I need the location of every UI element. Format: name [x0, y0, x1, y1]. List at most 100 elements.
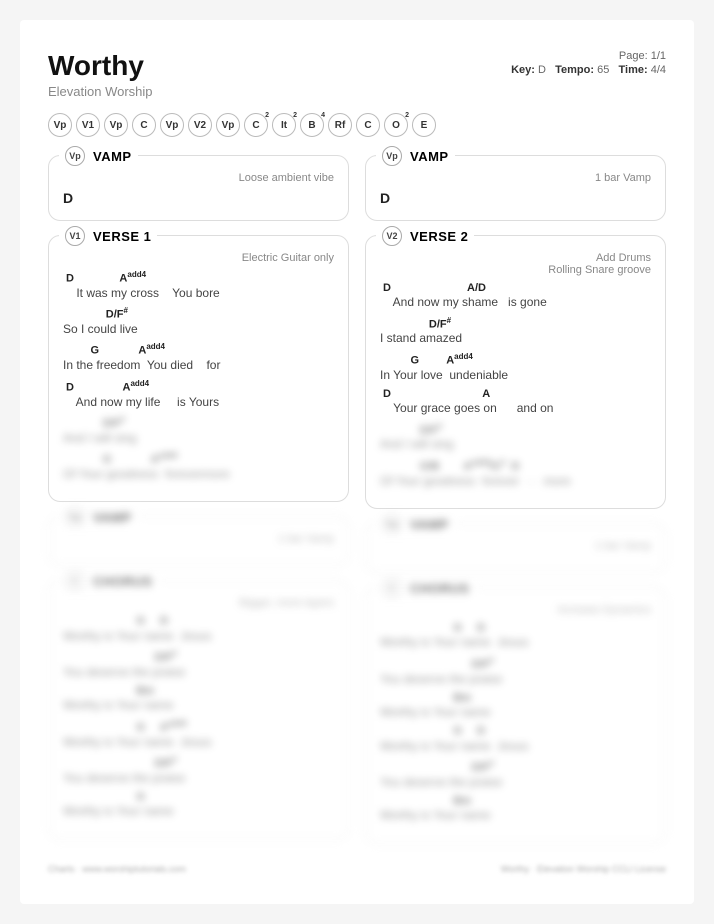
- section-note: Add DrumsRolling Snare groove: [380, 252, 651, 276]
- nav-pill[interactable]: Vp: [48, 113, 72, 137]
- footer: Charts · www.worshiptutorials.com Worthy…: [48, 864, 666, 874]
- song-meta: Key: D Tempo: 65 Time: 4/4: [511, 64, 666, 76]
- lyric-text: Worthy is Your name Jesus: [63, 735, 334, 749]
- chord-row: D/F#: [63, 306, 334, 322]
- section-badge: C: [382, 578, 402, 598]
- nav-pill[interactable]: O2: [384, 113, 408, 137]
- lyric-line: D/F#You deserve the praise: [380, 656, 651, 686]
- nav-pill[interactable]: It2: [272, 113, 296, 137]
- section-header: VpVAMP: [59, 507, 138, 527]
- lyric-text: Worthy is Your name: [63, 804, 334, 818]
- lyric-line: D/F#And I will sing: [380, 422, 651, 452]
- lyric-line: G Aadd4Worthy is Your name Jesus: [63, 719, 334, 749]
- section-title: VAMP: [93, 149, 132, 164]
- nav-pill[interactable]: Rf: [328, 113, 352, 137]
- section-note: Electric Guitar only: [63, 252, 334, 264]
- lyric-line: GWorthy is Your name: [63, 791, 334, 819]
- section-vamp: VpVAMPLoose ambient vibeD: [48, 155, 349, 221]
- title-block: Worthy Elevation Worship: [48, 50, 153, 99]
- section-title: VERSE 1: [93, 229, 151, 244]
- left-column: VpVAMPLoose ambient vibeDV1VERSE 1Electr…: [48, 155, 349, 844]
- lyric-text: And I will sing: [380, 437, 651, 451]
- nav-pill[interactable]: Vp: [104, 113, 128, 137]
- section-note: Bigger, more layers: [63, 597, 334, 609]
- chord-row: D/F#: [380, 656, 651, 672]
- lyric-text: You deserve the praise: [63, 665, 334, 679]
- section-verse-2: V2VERSE 2Add DrumsRolling Snare groove D…: [365, 235, 666, 509]
- section-chorus: CCHORUSIncrease Dynamics G DWorthy is Yo…: [365, 587, 666, 844]
- nav-pill[interactable]: C: [132, 113, 156, 137]
- chord-row: G D: [63, 615, 334, 628]
- nav-pill[interactable]: V2: [188, 113, 212, 137]
- chord-row: D/F#: [380, 316, 651, 332]
- section-header: V1 VERSE 1: [59, 226, 157, 246]
- song-title: Worthy: [48, 50, 153, 82]
- lyric-text: You deserve the praise: [380, 672, 651, 686]
- section-title: VAMP: [93, 510, 132, 525]
- section-verse-1: V1VERSE 1Electric Guitar only D Aadd4 It…: [48, 235, 349, 502]
- section-header: CCHORUS: [59, 571, 158, 591]
- chord-row: G Aadd4: [63, 719, 334, 735]
- section-note: 1 bar Vamp: [380, 540, 651, 552]
- chord-chart-page: Worthy Elevation Worship Page: 1/1 Key: …: [20, 20, 694, 904]
- lyric-text: Worthy is Your name: [380, 705, 651, 719]
- lyric-text: Your grace goes on and on: [380, 401, 651, 415]
- section-badge: Vp: [65, 146, 85, 166]
- lyric-text: You deserve the praise: [63, 771, 334, 785]
- chord-row: D/F#: [63, 415, 334, 431]
- lyric-text: Worthy is Your name Jesus: [380, 739, 651, 753]
- chord-row: D Aadd4: [63, 270, 334, 286]
- chord-row: Bm: [380, 692, 651, 705]
- lyric-text: In Your love undeniable: [380, 368, 651, 382]
- lyric-text: It was my cross You bore: [63, 286, 334, 300]
- section-vamp: VpVAMP1 bar VampD: [365, 155, 666, 221]
- section-badge: V2: [382, 226, 402, 246]
- lyric-line: D/F#And I will sing: [63, 415, 334, 445]
- meta-block: Page: 1/1 Key: D Tempo: 65 Time: 4/4: [511, 50, 666, 78]
- lyric-text: Of Your goodness forever - more: [380, 474, 651, 488]
- lyric-line: D/F#I stand amazed: [380, 316, 651, 346]
- lyric-text: And now my shame is gone: [380, 295, 651, 309]
- lyric-text: Worthy is Your name: [380, 808, 651, 822]
- nav-pill[interactable]: B4: [300, 113, 324, 137]
- chord-row: D/F#: [63, 649, 334, 665]
- lyric-line: D Aadd4 And now my life is Yours: [63, 379, 334, 409]
- lyric-text: So I could live: [63, 322, 334, 336]
- header: Worthy Elevation Worship Page: 1/1 Key: …: [48, 50, 666, 99]
- section-badge: Vp: [382, 146, 402, 166]
- lyric-line: D Aadd4 It was my cross You bore: [63, 270, 334, 300]
- right-column: VpVAMP1 bar VampDV2VERSE 2Add DrumsRolli…: [365, 155, 666, 844]
- solo-chord: D: [380, 190, 651, 206]
- chord-row: D Aadd4: [63, 379, 334, 395]
- section-header: C CHORUS: [376, 578, 475, 598]
- chord-row: G D: [380, 622, 651, 635]
- nav-pill[interactable]: V1: [76, 113, 100, 137]
- lyric-line: G Aadd4In Your love undeniable: [380, 352, 651, 382]
- nav-pill[interactable]: C: [356, 113, 380, 137]
- lyric-text: You deserve the praise: [380, 775, 651, 789]
- lyric-line: D A/D And now my shame is gone: [380, 282, 651, 310]
- nav-pill[interactable]: Vp: [160, 113, 184, 137]
- lyric-line: D A Your grace goes on and on: [380, 388, 651, 416]
- section-title: VERSE 2: [410, 229, 468, 244]
- section-note: 1 bar Vamp: [63, 533, 334, 545]
- lyric-line: BmWorthy is Your name: [380, 692, 651, 720]
- nav-pill[interactable]: E: [412, 113, 436, 137]
- lyric-line: BmWorthy is Your name: [63, 685, 334, 713]
- section-badge: V1: [65, 226, 85, 246]
- lyric-line: D/F#You deserve the praise: [63, 649, 334, 679]
- section-title: CHORUS: [410, 581, 469, 596]
- chord-row: D/F#: [380, 759, 651, 775]
- section-note: Increase Dynamics: [380, 604, 651, 616]
- chord-row: G Aadd4: [63, 342, 334, 358]
- lyric-text: Worthy is Your name Jesus: [63, 629, 334, 643]
- chord-row: G: [63, 791, 334, 804]
- lyric-line: G DWorthy is Your name Jesus: [380, 725, 651, 753]
- artist-name: Elevation Worship: [48, 84, 153, 99]
- section-title: VAMP: [410, 517, 449, 532]
- nav-pill[interactable]: C2: [244, 113, 268, 137]
- lyric-line: D/F#You deserve the praise: [63, 755, 334, 785]
- footer-left: Charts · www.worshiptutorials.com: [48, 864, 186, 874]
- lyric-text: In the freedom You died for: [63, 358, 334, 372]
- nav-pill[interactable]: Vp: [216, 113, 240, 137]
